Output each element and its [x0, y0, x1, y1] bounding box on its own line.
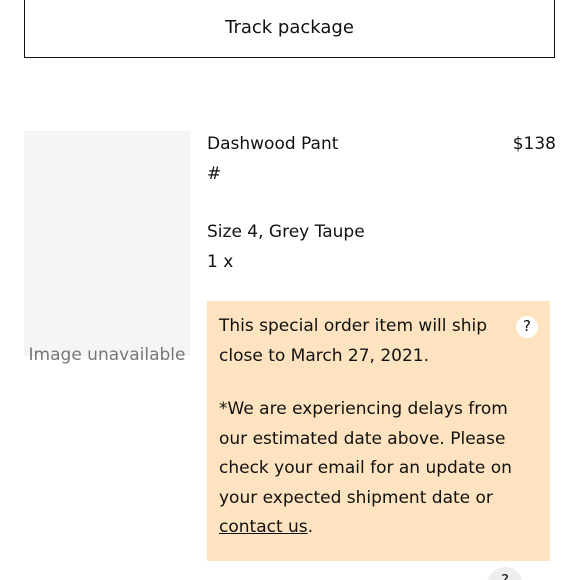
- product-quantity: 1 x: [207, 252, 234, 272]
- delay-period: .: [307, 517, 314, 537]
- delay-text: *We are experiencing delays from our est…: [219, 399, 512, 508]
- delay-message: *We are experiencing delays from our est…: [219, 395, 519, 543]
- product-name[interactable]: Dashwood Pant: [207, 132, 338, 156]
- product-variant: Size 4, Grey Taupe: [207, 222, 365, 242]
- product-price: $138: [512, 134, 556, 154]
- image-unavailable-text: Image unavailable: [28, 345, 186, 365]
- product-sku: #: [207, 164, 222, 184]
- product-image-placeholder: [24, 131, 190, 356]
- help-question-icon[interactable]: ?: [516, 316, 538, 338]
- special-order-notice: This special order item will ship close …: [207, 301, 550, 561]
- contact-us-link[interactable]: contact us: [219, 517, 308, 537]
- help-question-icon-partial[interactable]: ?: [487, 567, 523, 580]
- ship-date-text: This special order item will ship close …: [219, 316, 488, 366]
- order-item-page: Track package Image unavailable Dashwood…: [0, 0, 580, 580]
- track-package-button[interactable]: Track package: [24, 0, 555, 58]
